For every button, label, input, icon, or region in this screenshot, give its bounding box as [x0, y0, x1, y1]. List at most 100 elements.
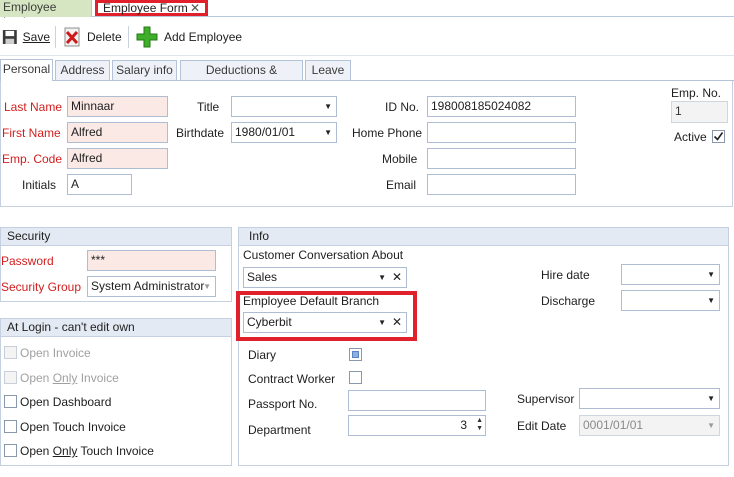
initials-input[interactable]: A [67, 174, 132, 195]
tab-personal[interactable]: Personal [0, 59, 53, 81]
id-no-label: ID No. [385, 100, 420, 114]
spin-icon[interactable]: ▲ ▼ [476, 417, 483, 433]
open-only-touch-invoice-label: Open Only Touch Invoice [20, 444, 154, 458]
first-name-label: First Name [2, 126, 61, 140]
chevron-down-icon[interactable]: ▼ [324, 123, 332, 142]
passport-input[interactable] [348, 390, 486, 411]
chevron-down-icon[interactable]: ▼ [324, 97, 332, 116]
department-value: 3 [460, 418, 467, 432]
chevron-down-icon[interactable]: ▼ [707, 265, 715, 284]
initials-label: Initials [22, 178, 57, 192]
open-only-touch-invoice-checkbox[interactable] [4, 444, 17, 457]
document-tabs: Employee Lookup Employee Form ✕ [0, 0, 734, 29]
checkmark-icon [713, 132, 724, 141]
contract-worker-checkbox[interactable] [349, 371, 362, 384]
edit-date-label: Edit Date [517, 419, 567, 433]
toolbar: Save Delete Add Employee [0, 18, 734, 56]
chevron-down-icon[interactable]: ▼ [378, 268, 386, 287]
emp-no-input: 1 [671, 101, 728, 123]
discharge-label: Discharge [541, 294, 596, 308]
clear-icon[interactable]: ✕ [392, 268, 402, 287]
delete-label: Delete [87, 30, 122, 44]
delete-icon [64, 27, 80, 47]
save-label: Save [22, 30, 50, 44]
close-icon[interactable]: ✕ [190, 2, 200, 14]
hire-date-picker[interactable]: ▼ [621, 264, 720, 285]
emp-code-input[interactable]: Alfred [67, 148, 168, 169]
birthdate-picker[interactable]: 1980/01/01 ▼ [231, 122, 337, 143]
emp-no-label: Emp. No. [671, 86, 722, 100]
open-touch-invoice-label: Open Touch Invoice [20, 420, 126, 434]
at-login-header: At Login - can't edit own [1, 319, 231, 337]
emp-code-label: Emp. Code [2, 152, 63, 166]
title-label: Title [197, 100, 220, 114]
customer-conversation-value: Sales [247, 270, 278, 284]
last-name-label: Last Name [4, 100, 63, 114]
toolbar-separator [128, 26, 129, 48]
supervisor-select[interactable]: ▼ [579, 388, 720, 409]
tab-deductions-earnings[interactable]: Deductions & Earnings [180, 60, 303, 95]
discharge-picker[interactable]: ▼ [621, 290, 720, 311]
tab-strip: Personal Address Salary info Deductions … [0, 59, 734, 95]
home-phone-label: Home Phone [352, 126, 423, 140]
birthdate-label: Birthdate [176, 126, 225, 140]
chevron-down-icon: ▼ [707, 421, 715, 430]
active-label: Active [674, 130, 707, 144]
customer-conversation-label: Customer Conversation About [243, 248, 404, 262]
active-checkbox[interactable] [712, 130, 725, 143]
home-phone-input[interactable] [427, 122, 576, 143]
plus-icon [136, 26, 158, 48]
diary-checkbox[interactable] [349, 348, 362, 361]
employee-default-branch-select[interactable]: Cyberbit ▼ ✕ [243, 312, 407, 333]
password-label: Password [1, 254, 54, 268]
open-invoice-label: Open Invoice [20, 346, 91, 360]
open-dashboard-label: Open Dashboard [20, 395, 112, 409]
email-input[interactable] [427, 174, 576, 195]
department-label: Department [248, 423, 311, 437]
title-select[interactable]: ▼ [231, 96, 337, 117]
chevron-down-icon[interactable]: ▼ [707, 291, 715, 310]
tab-address[interactable]: Address [55, 60, 110, 80]
hire-date-label: Hire date [541, 268, 590, 282]
security-header: Security [1, 228, 231, 246]
department-stepper[interactable]: 3 ▲ ▼ [348, 415, 486, 436]
save-icon [2, 30, 17, 44]
id-no-input[interactable]: 198008185024082 [427, 96, 576, 117]
mobile-input[interactable] [427, 148, 576, 169]
edit-date-value: 0001/01/01 [583, 418, 644, 432]
email-label: Email [386, 178, 417, 192]
mobile-label: Mobile [382, 152, 418, 166]
passport-label: Passport No. [248, 397, 318, 411]
password-input[interactable]: *** [87, 250, 216, 271]
clear-icon[interactable]: ✕ [392, 313, 402, 332]
tab-leave[interactable]: Leave [305, 60, 351, 80]
first-name-input[interactable]: Alfred [67, 122, 168, 143]
diary-label: Diary [248, 348, 277, 362]
security-group-select[interactable]: System Administrator ▼ [87, 276, 216, 297]
open-dashboard-checkbox[interactable] [4, 395, 17, 408]
tab-employee-lookup[interactable]: Employee Lookup [0, 0, 92, 29]
open-touch-invoice-checkbox[interactable] [4, 420, 17, 433]
toolbar-separator [55, 26, 56, 48]
birthdate-value: 1980/01/01 [235, 125, 296, 139]
edit-date-picker: 0001/01/01 ▼ [579, 415, 720, 436]
chevron-down-icon[interactable]: ▼ [707, 389, 715, 408]
info-header: Info [239, 228, 728, 246]
supervisor-label: Supervisor [517, 392, 575, 406]
open-invoice-checkbox[interactable] [4, 346, 17, 359]
delete-button[interactable]: Delete [63, 18, 123, 56]
security-group-value: System Administrator [91, 279, 205, 293]
employee-default-branch-value: Cyberbit [247, 315, 292, 329]
last-name-input[interactable]: Minnaar [67, 96, 168, 117]
security-group-label: Security Group [1, 280, 82, 294]
customer-conversation-select[interactable]: Sales ▼ ✕ [243, 267, 407, 288]
save-button[interactable]: Save [2, 18, 50, 56]
tab-employee-form[interactable]: Employee Form ✕ [95, 0, 208, 16]
add-employee-label: Add Employee [164, 30, 243, 44]
tab-employee-form-label: Employee Form [103, 1, 188, 15]
add-employee-button[interactable]: Add Employee [136, 18, 246, 56]
chevron-down-icon[interactable]: ▼ [203, 277, 211, 296]
open-only-invoice-checkbox[interactable] [4, 371, 17, 384]
chevron-down-icon[interactable]: ▼ [378, 313, 386, 332]
tab-salary-info[interactable]: Salary info [112, 60, 177, 80]
